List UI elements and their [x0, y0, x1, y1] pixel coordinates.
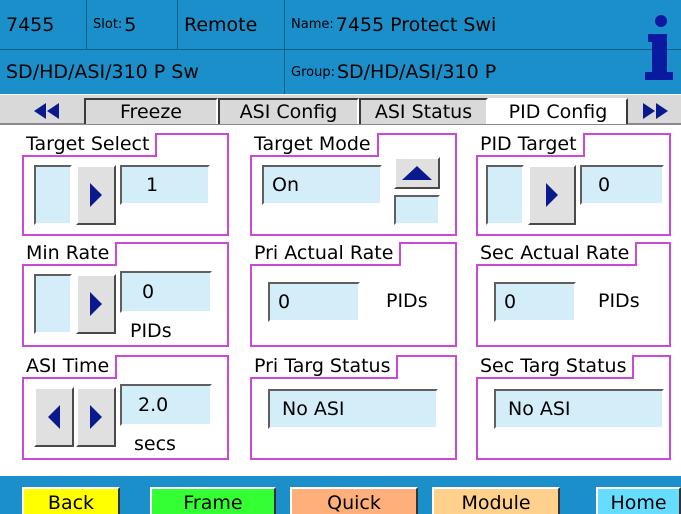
asi-time-unit: secs — [134, 433, 176, 455]
left-arrow-icon — [48, 405, 60, 429]
model-cell: 7455 — [0, 0, 87, 49]
target-mode-value: On — [262, 165, 382, 205]
target-select-title: Target Select — [22, 133, 158, 157]
pid-target-value: 0 — [580, 165, 664, 205]
pri-actual-rate-title: Pri Actual Rate — [250, 242, 402, 266]
target-select-left-slot — [34, 165, 72, 225]
header-row-2: SD/HD/ASI/310 P Sw Group: SD/HD/ASI/310 … — [0, 50, 681, 94]
tab-pid-config-label: PID Config — [508, 101, 608, 123]
asi-time-right-button[interactable] — [76, 387, 116, 447]
sec-actual-rate-value: 0 — [494, 282, 576, 322]
right-arrow-icon — [90, 183, 102, 207]
target-select-value: 1 — [120, 165, 210, 205]
tab-strip: Freeze ASI Config ASI Status PID Config — [0, 94, 681, 125]
tab-pid-config[interactable]: PID Config — [488, 98, 628, 124]
home-button[interactable]: Home — [596, 487, 681, 514]
right-arrow-icon — [90, 292, 102, 316]
slot-label: Slot: — [93, 17, 123, 32]
pid-target-right-button[interactable] — [528, 165, 576, 225]
sec-targ-status-panel: Sec Targ Status No ASI — [476, 355, 671, 460]
pri-actual-rate-panel: Pri Actual Rate 0 PIDs — [250, 242, 457, 347]
min-rate-unit: PIDs — [130, 320, 172, 342]
target-mode-title: Target Mode — [250, 133, 379, 157]
tab-asi-config-label: ASI Config — [239, 101, 338, 123]
asi-time-title: ASI Time — [22, 355, 118, 379]
header-row-1: 7455 Slot: 5 Remote Name: 7455 Protect S… — [0, 0, 681, 50]
pid-target-panel: PID Target 0 — [476, 133, 671, 236]
pid-target-title: PID Target — [476, 133, 585, 157]
min-rate-value: 0 — [120, 271, 212, 313]
description-cell: SD/HD/ASI/310 P Sw — [0, 50, 285, 94]
asi-time-value: 2.0 — [120, 384, 212, 426]
pri-actual-rate-unit: PIDs — [386, 290, 428, 312]
up-arrow-icon — [402, 166, 432, 180]
tab-asi-status[interactable]: ASI Status — [359, 98, 488, 124]
group-value: SD/HD/ASI/310 P — [336, 61, 497, 83]
target-mode-panel: Target Mode On — [250, 133, 457, 236]
tab-freeze-label: Freeze — [120, 101, 182, 123]
min-rate-left-slot — [34, 274, 72, 334]
target-select-right-button[interactable] — [76, 165, 116, 225]
mode-value: Remote — [184, 13, 258, 36]
name-value: 7455 Protect Swi — [335, 13, 497, 36]
description-value: SD/HD/ASI/310 P Sw — [6, 61, 199, 83]
asi-time-left-button[interactable] — [34, 387, 74, 447]
sec-targ-status-title: Sec Targ Status — [476, 355, 635, 379]
slot-value: 5 — [124, 13, 137, 36]
target-mode-up-button[interactable] — [394, 157, 440, 189]
right-arrow-icon — [546, 183, 558, 207]
pid-target-left-slot — [486, 165, 524, 225]
min-rate-panel: Min Rate 0 PIDs — [22, 242, 229, 347]
sec-actual-rate-panel: Sec Actual Rate 0 PIDs — [476, 242, 671, 347]
model-number: 7455 — [6, 13, 55, 36]
sec-targ-status-value: No ASI — [494, 389, 664, 429]
tab-freeze[interactable]: Freeze — [84, 98, 218, 124]
module-button[interactable]: Module — [432, 487, 560, 514]
group-cell: Group: SD/HD/ASI/310 P — [285, 50, 635, 94]
double-right-arrow-icon[interactable] — [632, 99, 678, 123]
min-rate-title: Min Rate — [22, 242, 118, 266]
double-left-arrow-icon[interactable] — [22, 99, 72, 123]
pri-targ-status-value: No ASI — [268, 389, 438, 429]
quick-button[interactable]: Quick — [290, 487, 418, 514]
footer-bar: Back Frame Quick Module Home — [0, 476, 681, 514]
tab-asi-status-label: ASI Status — [374, 101, 473, 123]
target-mode-lower-slot — [394, 195, 440, 225]
back-button[interactable]: Back — [22, 487, 120, 514]
asi-time-panel: ASI Time 2.0 secs — [22, 355, 229, 460]
name-label: Name: — [291, 17, 334, 32]
info-icon[interactable] — [636, 0, 681, 94]
name-cell: Name: 7455 Protect Swi — [285, 0, 635, 49]
sec-actual-rate-title: Sec Actual Rate — [476, 242, 638, 266]
target-select-panel: Target Select 1 — [22, 133, 229, 236]
sec-actual-rate-unit: PIDs — [598, 290, 640, 312]
slot-cell: Slot: 5 — [87, 0, 178, 49]
min-rate-right-button[interactable] — [76, 274, 116, 334]
frame-button[interactable]: Frame — [150, 487, 276, 514]
pri-actual-rate-value: 0 — [268, 282, 360, 322]
pri-targ-status-title: Pri Targ Status — [250, 355, 399, 379]
tab-asi-config[interactable]: ASI Config — [218, 98, 359, 124]
group-label: Group: — [291, 64, 335, 80]
mode-cell: Remote — [178, 0, 285, 49]
pri-targ-status-panel: Pri Targ Status No ASI — [250, 355, 457, 460]
right-arrow-icon — [90, 405, 102, 429]
